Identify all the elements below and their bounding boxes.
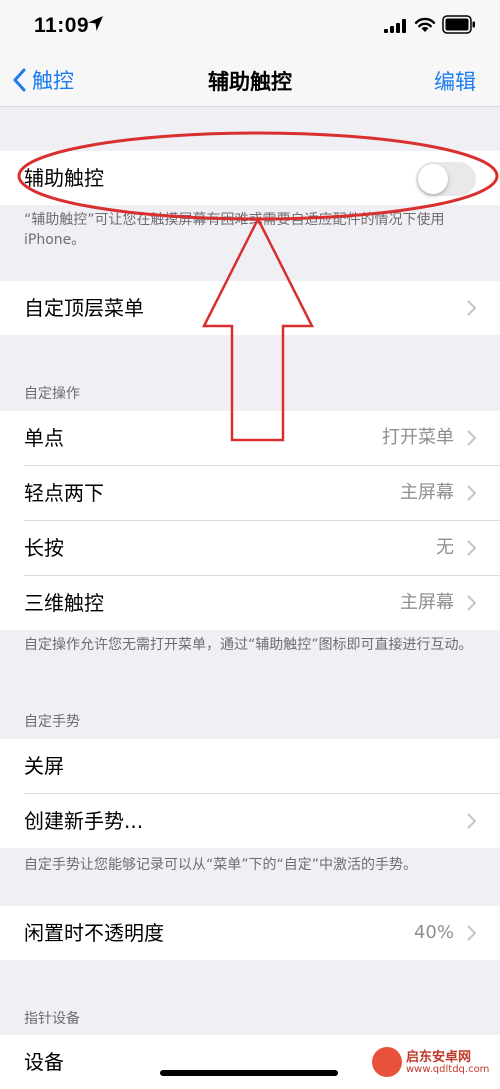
chevron-right-icon — [467, 813, 476, 829]
action-value: 打开菜单 — [382, 427, 454, 448]
cellular-signal-icon — [384, 19, 406, 33]
location-arrow-icon — [88, 16, 103, 31]
action-value: 主屏幕 — [400, 592, 454, 613]
watermark-url: www.qdltdq.com — [406, 1064, 490, 1075]
custom-actions-header: 自定操作 — [24, 386, 80, 402]
status-time: 11:09 — [34, 14, 90, 37]
navigation-bar: 触控 辅助触控 编辑 — [0, 52, 500, 107]
action-label: 长按 — [24, 536, 64, 560]
action-double-tap-row[interactable]: 轻点两下 主屏幕 — [24, 466, 500, 521]
custom-gestures-group: 关屏 创建新手势... — [0, 739, 500, 848]
battery-icon — [442, 15, 475, 34]
action-label: 三维触控 — [24, 591, 104, 615]
action-label: 轻点两下 — [24, 481, 104, 505]
chevron-right-icon — [467, 925, 476, 941]
action-3d-touch-row[interactable]: 三维触控 主屏幕 — [24, 576, 500, 630]
action-label: 单点 — [24, 426, 64, 450]
chevron-right-icon — [467, 540, 476, 556]
chevron-right-icon — [467, 485, 476, 501]
action-long-press-row[interactable]: 长按 无 — [24, 521, 500, 576]
wifi-icon — [414, 17, 436, 32]
assistive-touch-label: 辅助触控 — [24, 166, 104, 190]
top-menu-group: 自定顶层菜单 — [0, 281, 500, 335]
custom-actions-footnote: 自定操作允许您无需打开菜单，通过“辅助触控”图标即可直接进行互动。 — [24, 637, 473, 653]
gesture-label: 关屏 — [24, 754, 64, 778]
assistive-touch-description: “辅助触控”可让您在触摸屏幕有困难或需要自适应配件的情况下使用iPhone。 — [24, 212, 445, 248]
page-title: 辅助触控 — [208, 70, 292, 94]
custom-gestures-header: 自定手势 — [24, 714, 80, 730]
chevron-right-icon — [467, 595, 476, 611]
pointer-devices-header: 指针设备 — [24, 1011, 80, 1027]
action-single-tap-row[interactable]: 单点 打开菜单 — [24, 411, 500, 466]
custom-gestures-footnote: 自定手势让您能够记录可以从“菜单”下的“自定”中激活的手势。 — [24, 857, 418, 873]
gesture-label: 创建新手势... — [24, 809, 144, 833]
custom-actions-group: 单点 打开菜单 轻点两下 主屏幕 长按 无 三维触控 主屏幕 — [0, 411, 500, 630]
idle-opacity-row[interactable]: 闲置时不透明度 40% — [24, 906, 500, 960]
idle-opacity-value: 40% — [413, 922, 454, 943]
gesture-lock-screen-row[interactable]: 关屏 — [24, 739, 500, 794]
assistive-touch-group: 辅助触控 — [0, 151, 500, 205]
toggle-knob — [418, 164, 448, 194]
action-value: 主屏幕 — [400, 482, 454, 503]
idle-opacity-label: 闲置时不透明度 — [24, 921, 164, 945]
watermark-title: 启东安卓网 — [406, 1050, 472, 1065]
chevron-right-icon — [467, 300, 476, 316]
status-bar: 11:09 — [0, 0, 500, 52]
edit-button[interactable]: 编辑 — [434, 66, 476, 96]
create-new-gesture-row[interactable]: 创建新手势... — [24, 794, 500, 848]
customize-top-menu-row[interactable]: 自定顶层菜单 — [24, 281, 500, 335]
devices-label: 设备 — [24, 1050, 64, 1074]
assistive-touch-row: 辅助触控 — [24, 151, 500, 205]
customize-top-menu-label: 自定顶层菜单 — [24, 296, 144, 320]
chevron-right-icon — [467, 430, 476, 446]
idle-opacity-group: 闲置时不透明度 40% — [0, 906, 500, 960]
watermark: 启东安卓网 www.qdltdq.com — [372, 1045, 500, 1081]
watermark-logo — [372, 1047, 402, 1077]
action-value: 无 — [436, 537, 454, 558]
assistive-touch-toggle[interactable] — [416, 162, 476, 196]
home-indicator — [160, 1070, 338, 1076]
